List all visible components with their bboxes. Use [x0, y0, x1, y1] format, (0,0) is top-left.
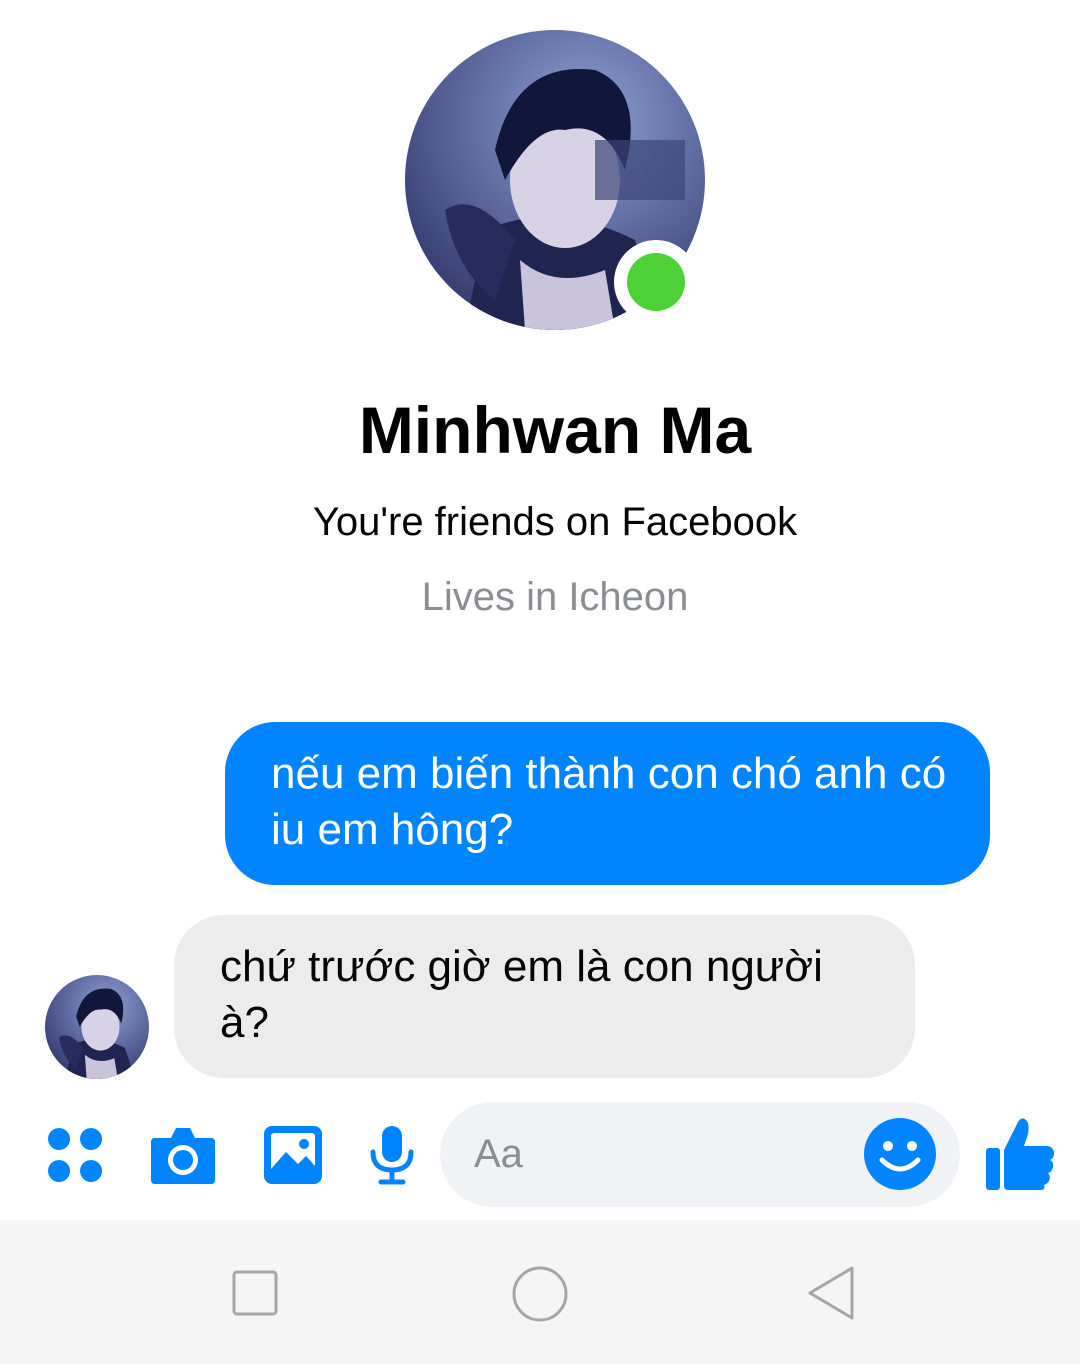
online-status-indicator: [614, 240, 698, 324]
camera-icon: [151, 1128, 215, 1184]
voice-button[interactable]: [357, 1120, 427, 1190]
outgoing-message-bubble[interactable]: nếu em biến thành con chó anh có iu em h…: [225, 722, 990, 885]
incoming-message-text: chứ trước giờ em là con người à?: [220, 942, 823, 1047]
thumbs-up-icon: [986, 1118, 1054, 1190]
apps-icon: [48, 1128, 102, 1182]
like-button[interactable]: [984, 1116, 1056, 1192]
system-navigation-bar: [0, 1220, 1080, 1364]
image-icon: [264, 1126, 322, 1184]
profile-location: Lives in Icheon: [421, 575, 689, 619]
recent-apps-icon[interactable]: [230, 1268, 280, 1318]
microphone-icon: [370, 1126, 414, 1185]
smiley-icon: [864, 1118, 936, 1190]
back-icon[interactable]: [804, 1264, 860, 1322]
friend-status: You're friends on Facebook: [312, 500, 798, 544]
apps-button[interactable]: [40, 1120, 110, 1190]
gallery-button[interactable]: [258, 1120, 328, 1190]
outgoing-message-text: nếu em biến thành con chó anh có iu em h…: [271, 749, 947, 854]
emoji-button[interactable]: [862, 1116, 938, 1192]
online-dot: [627, 253, 685, 311]
incoming-message-bubble[interactable]: chứ trước giờ em là con người à?: [174, 915, 915, 1078]
sender-avatar[interactable]: [45, 975, 149, 1079]
profile-name: Minhwan Ma: [358, 393, 752, 467]
camera-button[interactable]: [148, 1120, 218, 1190]
home-icon[interactable]: [510, 1264, 570, 1324]
